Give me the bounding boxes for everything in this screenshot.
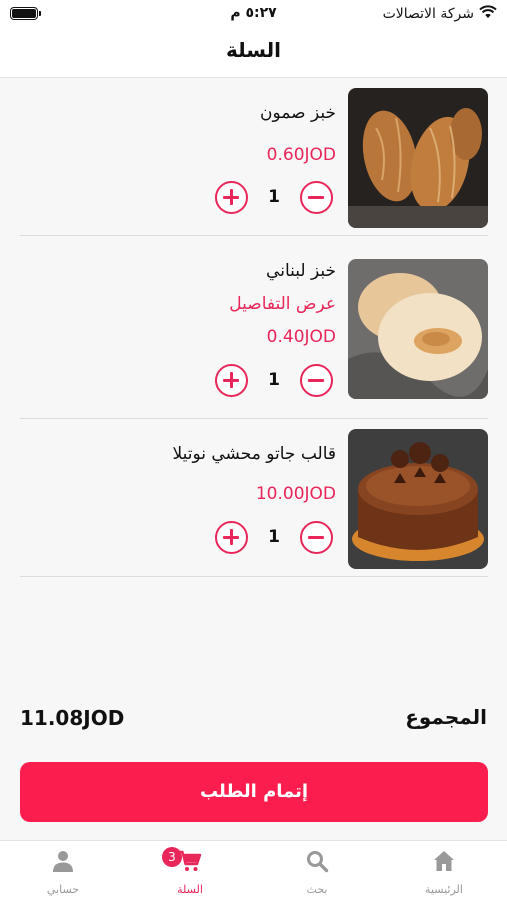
battery-icon	[10, 7, 41, 20]
item-quantity: 1	[268, 187, 280, 207]
item-price: 0.40JOD	[266, 327, 336, 347]
lebanese-bread-image	[348, 259, 488, 399]
tab-cart-label: السلة	[177, 883, 203, 896]
decrease-quantity-button[interactable]	[300, 181, 333, 214]
home-icon	[432, 849, 456, 873]
checkout-button[interactable]: إتمام الطلب	[20, 762, 488, 822]
item-name: خبز لبناني	[266, 261, 336, 281]
status-bar: شركة الاتصالات ٥:٢٧ م	[0, 0, 507, 28]
increase-quantity-button[interactable]	[215, 521, 248, 554]
cart-icon	[178, 849, 202, 873]
nav-header: السلة	[0, 28, 507, 78]
tab-search[interactable]: بحث	[254, 841, 380, 900]
item-price: 10.00JOD	[255, 484, 336, 504]
item-name: قالب جاتو محشي نوتيلا	[172, 444, 336, 464]
item-quantity: 1	[268, 370, 280, 390]
total-label: المجموع	[405, 705, 487, 729]
decrease-quantity-button[interactable]	[300, 521, 333, 554]
increase-quantity-button[interactable]	[215, 364, 248, 397]
item-quantity: 1	[268, 527, 280, 547]
cart-item: خبز صمون 0.60JOD 1	[20, 78, 488, 236]
tab-account-label: حسابي	[46, 883, 80, 896]
tab-home-label: الرئيسية	[425, 883, 463, 896]
tab-cart[interactable]: السلة	[127, 841, 253, 900]
cart-item: خبز لبناني عرض التفاصيل 0.40JOD 1	[20, 236, 488, 419]
nutella-cake-image	[348, 429, 488, 569]
samoon-bread-image	[348, 88, 488, 228]
total-value: 11.08JOD	[20, 706, 125, 730]
item-price: 0.60JOD	[266, 145, 336, 165]
page-title: السلة	[225, 38, 281, 62]
search-icon	[305, 849, 329, 873]
cart-badge: 3	[162, 847, 182, 867]
user-icon	[51, 849, 75, 873]
cart-item: قالب جاتو محشي نوتيلا 10.00JOD 1	[20, 419, 488, 577]
status-time: ٥:٢٧ م	[230, 5, 277, 21]
tab-home[interactable]: الرئيسية	[381, 841, 507, 900]
decrease-quantity-button[interactable]	[300, 364, 333, 397]
tab-bar: الرئيسية بحث السلة حسابي 3	[0, 840, 507, 900]
item-name: خبز صمون	[260, 103, 336, 123]
view-details-link[interactable]: عرض التفاصيل	[229, 294, 336, 314]
tab-search-label: بحث	[306, 883, 328, 896]
increase-quantity-button[interactable]	[215, 181, 248, 214]
tab-account[interactable]: حسابي	[0, 841, 126, 900]
